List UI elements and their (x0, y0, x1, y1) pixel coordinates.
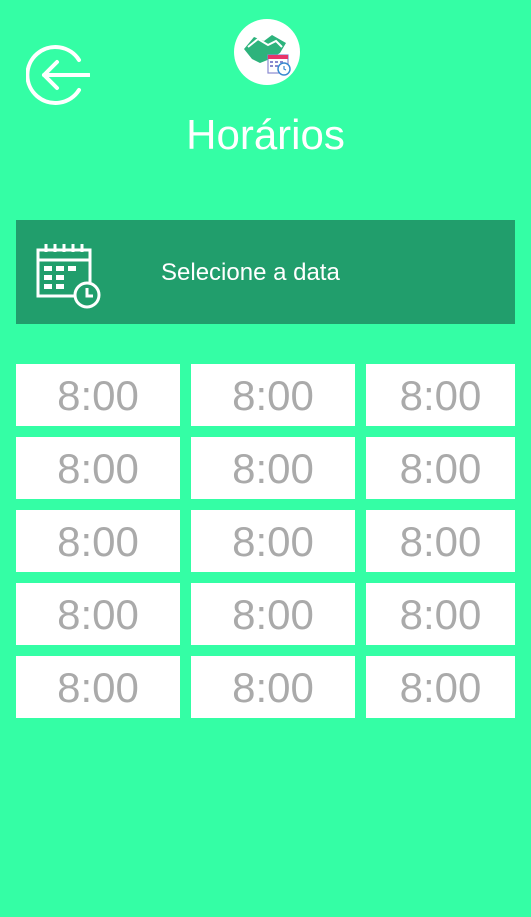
time-slot[interactable]: 8:00 (366, 364, 515, 426)
time-slot[interactable]: 8:00 (191, 437, 355, 499)
calendar-clock-icon (36, 244, 101, 309)
time-slot[interactable]: 8:00 (16, 583, 180, 645)
time-slot[interactable]: 8:00 (16, 364, 180, 426)
time-slot[interactable]: 8:00 (366, 583, 515, 645)
time-slot[interactable]: 8:00 (191, 510, 355, 572)
handshake-calendar-icon (244, 35, 291, 76)
date-select-button[interactable]: Selecione a data (16, 220, 515, 324)
time-slot[interactable]: 8:00 (16, 437, 180, 499)
time-slot[interactable]: 8:00 (16, 510, 180, 572)
time-slot[interactable]: 8:00 (366, 437, 515, 499)
time-slot[interactable]: 8:00 (191, 656, 355, 718)
app-logo (234, 19, 300, 85)
time-slot[interactable]: 8:00 (16, 656, 180, 718)
time-slot[interactable]: 8:00 (191, 364, 355, 426)
time-slot[interactable]: 8:00 (366, 510, 515, 572)
back-arrow-circle-icon (25, 45, 91, 105)
back-button[interactable] (25, 43, 91, 107)
time-slot[interactable]: 8:00 (191, 583, 355, 645)
page-title: Horários (186, 111, 345, 158)
time-slot[interactable]: 8:00 (366, 656, 515, 718)
date-select-label: Selecione a data (161, 259, 340, 286)
